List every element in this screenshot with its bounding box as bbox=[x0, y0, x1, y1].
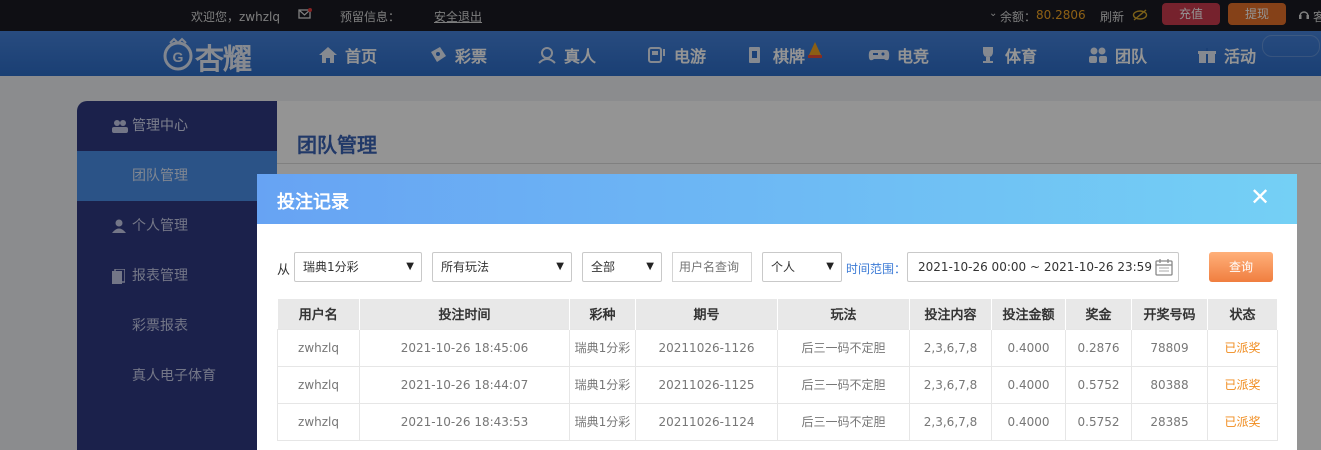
table-cell: 0.2876 bbox=[1065, 328, 1132, 367]
close-icon[interactable]: ✕ bbox=[1250, 183, 1270, 211]
column-header: 投注金额 bbox=[991, 299, 1066, 329]
table-cell: 2,3,6,7,8 bbox=[909, 365, 992, 404]
bet-records-modal: 投注记录 ✕ 从 瑞典1分彩 ▼ 所有玩法 ▼ 全部 ▼ 个人 ▼ 时间范围： 2021… bbox=[257, 174, 1297, 450]
status-badge: 已派奖 bbox=[1207, 365, 1278, 404]
caret-down-icon: ▼ bbox=[406, 261, 414, 272]
table-row[interactable]: zwhzlq 2021-10-26 18:43:53 瑞典1分彩 20211026-1… bbox=[277, 402, 1278, 441]
from-label: 从 bbox=[277, 263, 291, 278]
table-cell: 瑞典1分彩 bbox=[569, 328, 636, 367]
modal-title: 投注记录 bbox=[277, 192, 349, 213]
table-cell: 2021-10-26 18:45:06 bbox=[359, 328, 570, 367]
person-select-value: 个人 bbox=[771, 260, 796, 274]
table-cell: 0.5752 bbox=[1065, 365, 1132, 404]
table-cell: 20211026-1125 bbox=[635, 365, 778, 404]
bet-records-table: 用户名 投注时间 彩种 期号 玩法 投注内容 投注金额 奖金 开奖号码 状态 zwhzlq 2021… bbox=[277, 299, 1278, 441]
username-search-input[interactable] bbox=[672, 252, 752, 282]
table-cell: 0.4000 bbox=[991, 328, 1066, 367]
calendar-icon[interactable] bbox=[1155, 258, 1173, 276]
column-header: 奖金 bbox=[1065, 299, 1132, 329]
table-cell: 2021-10-26 18:44:07 bbox=[359, 365, 570, 404]
table-cell: 20211026-1126 bbox=[635, 328, 778, 367]
table-cell: 80388 bbox=[1131, 365, 1208, 404]
caret-down-icon: ▼ bbox=[646, 261, 654, 272]
table-cell: 瑞典1分彩 bbox=[569, 365, 636, 404]
person-select[interactable]: 个人 ▼ bbox=[762, 252, 842, 282]
table-row[interactable]: zwhzlq 2021-10-26 18:44:07 瑞典1分彩 20211026-1… bbox=[277, 365, 1278, 404]
table-cell: 后三一码不定胆 bbox=[777, 365, 910, 404]
table-cell: 0.4000 bbox=[991, 365, 1066, 404]
lottery-select-value: 瑞典1分彩 bbox=[303, 260, 359, 274]
play-select[interactable]: 所有玩法 ▼ bbox=[432, 252, 572, 282]
table-cell: 后三一码不定胆 bbox=[777, 402, 910, 441]
status-badge: 已派奖 bbox=[1207, 402, 1278, 441]
table-cell: 0.4000 bbox=[991, 402, 1066, 441]
date-range-value: 2021-10-26 00:00 ~ 2021-10-26 23:59 bbox=[918, 260, 1152, 274]
table-cell: 瑞典1分彩 bbox=[569, 402, 636, 441]
table-cell: 0.5752 bbox=[1065, 402, 1132, 441]
column-header: 开奖号码 bbox=[1131, 299, 1208, 329]
table-cell: 78809 bbox=[1131, 328, 1208, 367]
column-header: 期号 bbox=[635, 299, 778, 329]
table-cell: 2,3,6,7,8 bbox=[909, 402, 992, 441]
scope-select-value: 全部 bbox=[591, 260, 616, 274]
query-button[interactable]: 查询 bbox=[1209, 252, 1273, 282]
table-cell: zwhzlq bbox=[277, 402, 360, 441]
modal-header: 投注记录 ✕ bbox=[257, 174, 1297, 224]
table-cell: 28385 bbox=[1131, 402, 1208, 441]
table-cell: 20211026-1124 bbox=[635, 402, 778, 441]
column-header: 状态 bbox=[1207, 299, 1278, 329]
caret-down-icon: ▼ bbox=[556, 261, 564, 272]
play-select-value: 所有玩法 bbox=[441, 260, 490, 274]
column-header: 投注内容 bbox=[909, 299, 992, 329]
status-badge: 已派奖 bbox=[1207, 328, 1278, 367]
table-header-row: 用户名 投注时间 彩种 期号 玩法 投注内容 投注金额 奖金 开奖号码 状态 bbox=[277, 299, 1278, 329]
column-header: 用户名 bbox=[277, 299, 360, 329]
scope-select[interactable]: 全部 ▼ bbox=[582, 252, 662, 282]
table-row[interactable]: zwhzlq 2021-10-26 18:45:06 瑞典1分彩 20211026-1… bbox=[277, 328, 1278, 367]
caret-down-icon: ▼ bbox=[826, 261, 834, 272]
column-header: 投注时间 bbox=[359, 299, 570, 329]
column-header: 彩种 bbox=[569, 299, 636, 329]
time-range-label: 时间范围： bbox=[846, 262, 907, 276]
table-cell: 2021-10-26 18:43:53 bbox=[359, 402, 570, 441]
date-range-input[interactable]: 2021-10-26 00:00 ~ 2021-10-26 23:59 bbox=[907, 252, 1179, 282]
table-cell: 后三一码不定胆 bbox=[777, 328, 910, 367]
table-cell: 2,3,6,7,8 bbox=[909, 328, 992, 367]
table-cell: zwhzlq bbox=[277, 365, 360, 404]
column-header: 玩法 bbox=[777, 299, 910, 329]
table-cell: zwhzlq bbox=[277, 328, 360, 367]
lottery-select[interactable]: 瑞典1分彩 ▼ bbox=[294, 252, 422, 282]
